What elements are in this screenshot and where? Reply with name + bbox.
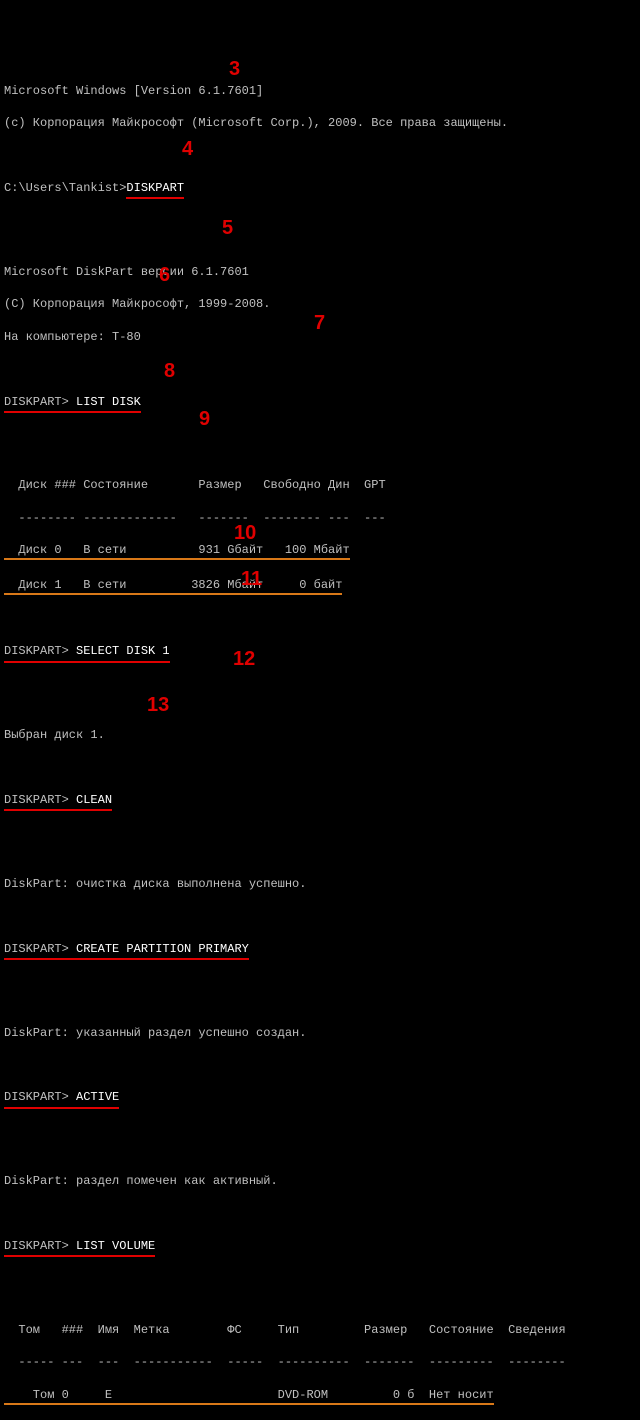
cmd-select-disk[interactable]: SELECT DISK 1	[69, 644, 170, 658]
vol-row-0: Том 0 E DVD-ROM 0 б Нет носит	[4, 1387, 494, 1405]
disk-table-header: Диск ### Состояние Размер Свободно Дин G…	[4, 477, 636, 493]
diskpart-version: Microsoft DiskPart версии 6.1.7601	[4, 264, 636, 280]
dp-prompt: DISKPART>	[4, 793, 69, 807]
cmd-clean[interactable]: CLEAN	[69, 793, 112, 807]
annotation-5: 5	[222, 215, 233, 242]
annotation-4: 4	[182, 136, 193, 163]
dp-prompt: DISKPART>	[4, 1090, 69, 1104]
dp-prompt: DISKPART>	[4, 1239, 69, 1253]
vol-table-sep: ----- --- --- ----------- ----- --------…	[4, 1354, 636, 1370]
cmd-list-disk[interactable]: LIST DISK	[69, 395, 141, 409]
dp-prompt: DISKPART>	[4, 395, 69, 409]
cmd-active[interactable]: ACTIVE	[69, 1090, 119, 1104]
msg-clean: DiskPart: очистка диска выполнена успешн…	[4, 876, 636, 892]
annotation-12: 12	[233, 646, 255, 673]
header-line-1: Microsoft Windows [Version 6.1.7601]	[4, 83, 636, 99]
cmd-diskpart[interactable]: DISKPART	[126, 180, 184, 199]
annotation-7: 7	[314, 310, 325, 337]
msg-active: DiskPart: раздел помечен как активный.	[4, 1173, 636, 1189]
annotation-11: 11	[241, 566, 262, 593]
dp-prompt: DISKPART>	[4, 644, 69, 658]
annotation-10: 10	[234, 520, 256, 547]
msg-select-disk: Выбран диск 1.	[4, 727, 636, 743]
disk-row-1: Диск 1 В сети 3826 Мбайт 0 байт	[4, 577, 342, 595]
msg-create-partition: DiskPart: указанный раздел успешно созда…	[4, 1025, 636, 1041]
cmd-list-volume[interactable]: LIST VOLUME	[69, 1239, 155, 1253]
annotation-9: 9	[199, 406, 210, 433]
vol-table-header: Том ### Имя Метка ФС Тип Размер Состояни…	[4, 1322, 636, 1338]
dp-prompt: DISKPART>	[4, 942, 69, 956]
annotation-8: 8	[164, 358, 175, 385]
user-prompt: C:\Users\Tankist>	[4, 181, 126, 195]
header-line-2: (c) Корпорация Майкрософт (Microsoft Cor…	[4, 115, 636, 131]
disk-row-0: Диск 0 В сети 931 Gбайт 100 Мбайт	[4, 542, 350, 560]
annotation-3: 3	[229, 56, 240, 83]
terminal-container: { "header": { "line1": "Microsoft Window…	[4, 18, 636, 1420]
annotation-13: 13	[147, 692, 169, 719]
annotation-6: 6	[159, 262, 170, 289]
disk-table-sep: -------- ------------- ------- -------- …	[4, 510, 636, 526]
cmd-create-partition[interactable]: CREATE PARTITION PRIMARY	[69, 942, 249, 956]
